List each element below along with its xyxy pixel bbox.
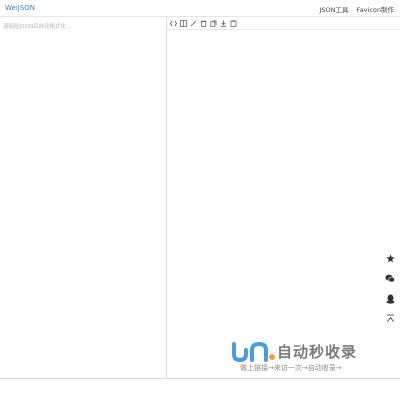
paste-icon[interactable] bbox=[230, 20, 237, 27]
output-panel bbox=[167, 17, 400, 379]
watermark-logo-icon bbox=[232, 341, 275, 363]
output-toolbar bbox=[167, 17, 400, 30]
watermark-title: 自动秒收录 bbox=[277, 343, 358, 361]
download-icon[interactable] bbox=[220, 20, 227, 27]
input-panel bbox=[0, 17, 167, 379]
format-icon[interactable] bbox=[170, 20, 177, 27]
compress-icon[interactable] bbox=[180, 20, 187, 27]
copy-icon[interactable] bbox=[210, 20, 217, 27]
wechat-icon[interactable] bbox=[384, 274, 396, 286]
formatted-output[interactable] bbox=[167, 30, 400, 378]
escape-icon[interactable] bbox=[190, 20, 197, 27]
watermark-subtitle: 做上链接→来访一次→自动收录→ bbox=[240, 364, 342, 372]
back-to-top-icon[interactable] bbox=[384, 314, 396, 326]
site-logo[interactable]: WeiJSON bbox=[5, 4, 35, 12]
qq-icon[interactable] bbox=[384, 294, 396, 306]
nav-links: JSON工具 Favicon制作 bbox=[313, 4, 394, 14]
json-input-field[interactable] bbox=[3, 22, 161, 372]
delete-icon[interactable] bbox=[200, 20, 207, 27]
nav-favicon-maker[interactable]: Favicon制作 bbox=[357, 6, 394, 14]
top-navbar: WeiJSON JSON工具 Favicon制作 bbox=[0, 0, 400, 17]
star-icon[interactable] bbox=[384, 254, 396, 266]
auto-index-watermark: 自动秒收录 做上链接→来访一次→自动收录→ bbox=[230, 340, 390, 380]
nav-json-tools[interactable]: JSON工具 bbox=[319, 6, 348, 14]
